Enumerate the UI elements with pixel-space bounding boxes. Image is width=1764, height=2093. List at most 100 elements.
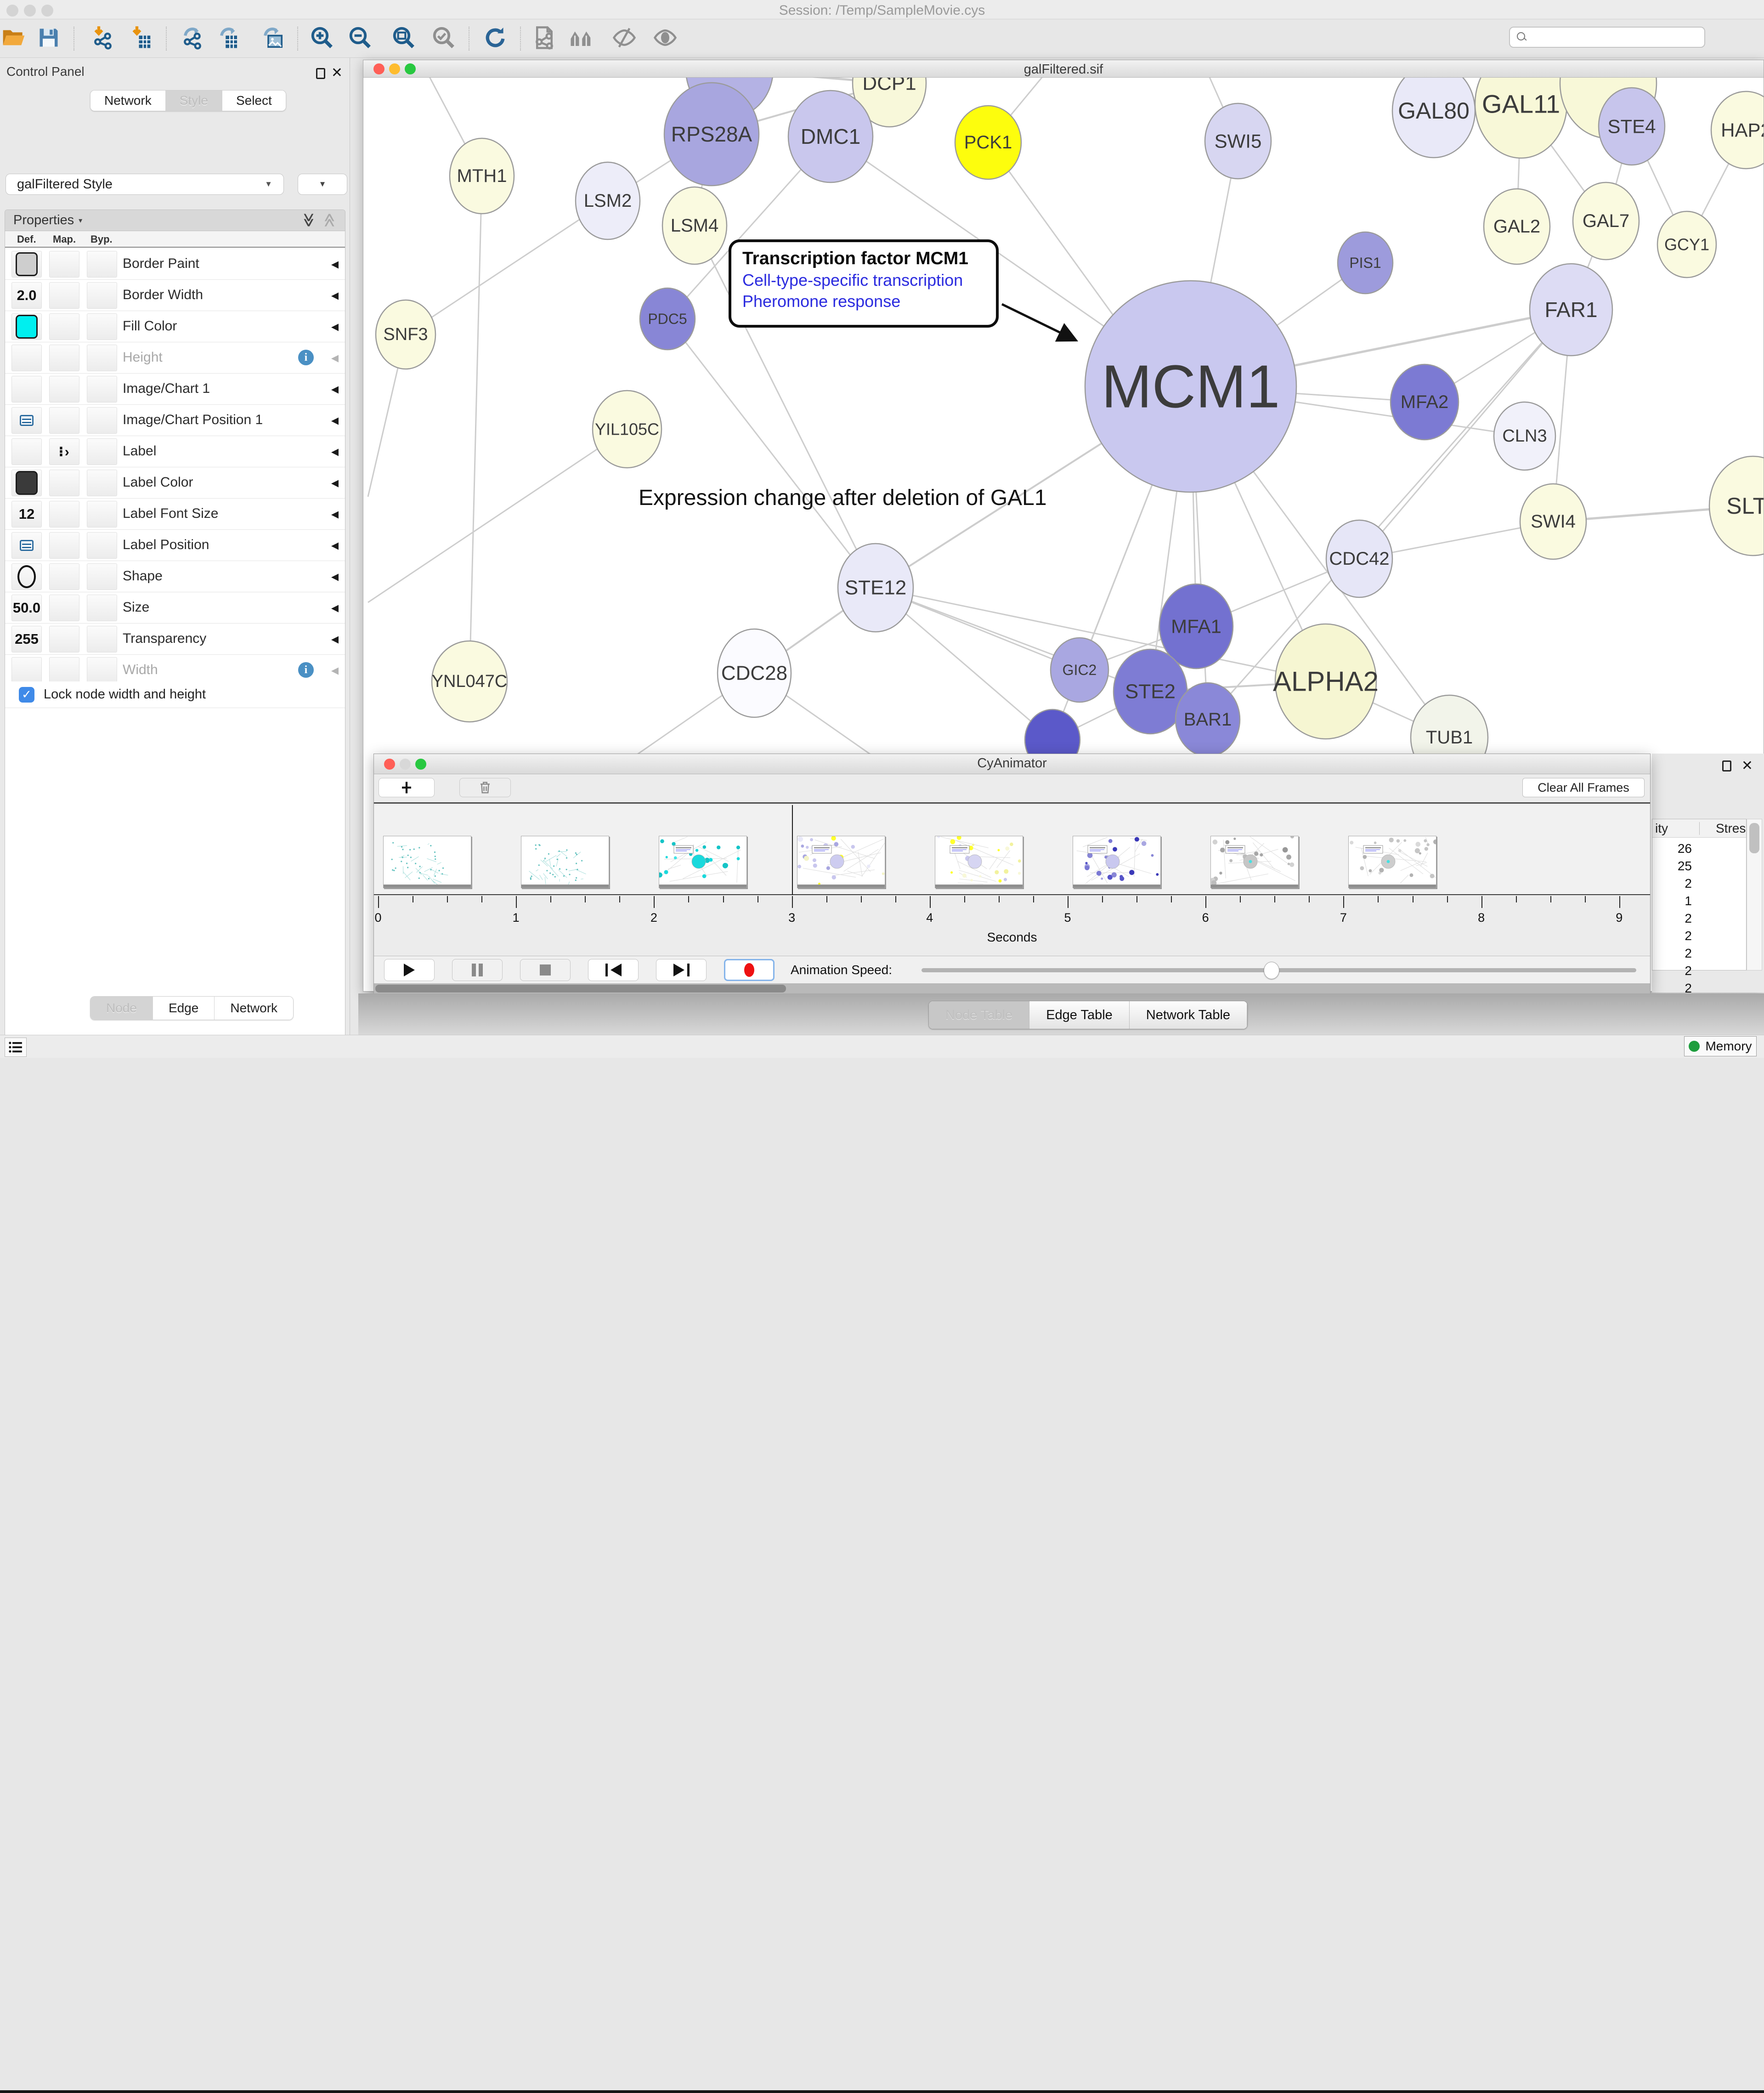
cyanimator-hscrollbar[interactable]: [374, 983, 1650, 994]
node-DMC1[interactable]: DMC1: [788, 91, 873, 182]
byp-cell[interactable]: [87, 345, 117, 371]
property-row-shape[interactable]: Shape◀: [5, 561, 345, 592]
property-row-label-font-size[interactable]: 12Label Font Size◀: [5, 499, 345, 530]
discrete-mapping-icon[interactable]: ⁝›: [58, 444, 70, 460]
mcm1-annotation[interactable]: Transcription factor MCM1 Cell-type-spec…: [729, 239, 999, 328]
frame-thumbnail-1[interactable]: [383, 836, 471, 888]
ellipse-shape-icon[interactable]: [17, 565, 36, 588]
node-MTH1[interactable]: MTH1: [450, 138, 514, 214]
show-graphics-button[interactable]: [652, 25, 678, 52]
node-GAL80[interactable]: GAL80: [1392, 78, 1475, 158]
record-button[interactable]: [724, 959, 775, 981]
collapse-row-icon[interactable]: ◀: [331, 571, 339, 583]
byp-cell[interactable]: [87, 470, 117, 496]
export-image-button[interactable]: [259, 25, 286, 52]
search-box[interactable]: [1509, 27, 1705, 48]
node-GCY1[interactable]: GCY1: [1657, 211, 1716, 278]
save-button[interactable]: [35, 25, 62, 52]
node-STE12[interactable]: STE12: [838, 544, 913, 632]
collapse-row-icon[interactable]: ◀: [331, 384, 339, 395]
float-panel-icon[interactable]: [316, 68, 325, 79]
byp-cell[interactable]: [87, 313, 117, 340]
table-cell-value[interactable]: 26: [1652, 841, 1692, 856]
byp-cell[interactable]: [87, 407, 117, 434]
default-value[interactable]: 2.0: [17, 287, 36, 304]
collapse-row-icon[interactable]: ◀: [331, 290, 339, 301]
map-cell[interactable]: [49, 251, 79, 278]
clear-all-frames-button[interactable]: Clear All Frames: [1522, 778, 1645, 797]
pause-button[interactable]: [452, 959, 503, 981]
property-row-height[interactable]: Heighti◀: [5, 342, 345, 374]
node-CDC28[interactable]: CDC28: [718, 629, 791, 717]
default-value[interactable]: 50.0: [13, 600, 40, 616]
position-icon[interactable]: [20, 540, 34, 551]
default-value[interactable]: 255: [15, 631, 39, 647]
node-CDC42[interactable]: CDC42: [1326, 520, 1392, 597]
def-cell[interactable]: 12: [11, 501, 42, 528]
node-SLT2[interactable]: SLT2: [1709, 456, 1764, 556]
tab-network[interactable]: Network: [90, 91, 166, 111]
byp-cell[interactable]: [87, 657, 117, 684]
table-cell-value[interactable]: 25: [1652, 859, 1692, 874]
property-row-border-width[interactable]: 2.0Border Width◀: [5, 280, 345, 311]
def-cell[interactable]: [11, 657, 42, 684]
def-cell[interactable]: [11, 532, 42, 559]
hide-graphics-button[interactable]: [611, 25, 638, 52]
zoom-in-button[interactable]: [309, 25, 335, 52]
birdseye-button[interactable]: [568, 25, 594, 52]
tab-node[interactable]: Node: [90, 997, 153, 1020]
def-cell[interactable]: [11, 251, 42, 278]
column-divider[interactable]: [1699, 822, 1700, 835]
table-cell-value[interactable]: 1: [1652, 894, 1692, 908]
animation-speed-slider[interactable]: [922, 968, 1636, 972]
byp-cell[interactable]: [87, 282, 117, 309]
collapse-row-icon[interactable]: ◀: [331, 602, 339, 614]
zoom-fit-button[interactable]: [390, 25, 417, 52]
node-YIL105C[interactable]: YIL105C: [593, 391, 662, 468]
table-cell-value[interactable]: 2: [1652, 964, 1692, 978]
collapse-row-icon[interactable]: ◀: [331, 540, 339, 551]
open-folder-button[interactable]: [0, 25, 27, 52]
node-BAR1[interactable]: BAR1: [1176, 683, 1240, 756]
default-swatch[interactable]: [16, 315, 38, 339]
zoom-selected-button[interactable]: [430, 25, 457, 52]
def-cell[interactable]: 2.0: [11, 282, 42, 309]
map-cell[interactable]: [49, 626, 79, 652]
node-GAL11[interactable]: GAL11: [1475, 78, 1567, 158]
collapse-row-icon[interactable]: ◀: [331, 259, 339, 270]
memory-button[interactable]: Memory: [1684, 1036, 1757, 1056]
collapse-row-icon[interactable]: ◀: [331, 665, 339, 676]
import-table-button[interactable]: [128, 25, 154, 52]
default-value[interactable]: 12: [19, 506, 34, 522]
frame-thumbnail-5[interactable]: [935, 836, 1023, 888]
node-PDC5[interactable]: PDC5: [640, 288, 695, 350]
map-cell[interactable]: [49, 313, 79, 340]
float-table-icon[interactable]: [1722, 760, 1731, 771]
property-row-image-chart-position-1[interactable]: Image/Chart Position 1◀: [5, 405, 345, 436]
property-row-image-chart-1[interactable]: Image/Chart 1◀: [5, 374, 345, 405]
node-MCM1[interactable]: MCM1: [1085, 281, 1296, 492]
def-cell[interactable]: 255: [11, 626, 42, 652]
property-row-size[interactable]: 50.0Size◀: [5, 592, 345, 624]
slider-thumb[interactable]: [1264, 962, 1279, 979]
map-cell[interactable]: [49, 345, 79, 371]
table-cell-value[interactable]: 2: [1652, 911, 1692, 926]
map-cell[interactable]: [49, 595, 79, 621]
node-RPS28A[interactable]: RPS28A: [664, 83, 759, 186]
node-GAL2[interactable]: GAL2: [1484, 189, 1550, 264]
property-row-border-paint[interactable]: Border Paint◀: [5, 249, 345, 280]
import-network-button[interactable]: [90, 25, 116, 52]
collapse-row-icon[interactable]: ◀: [331, 446, 339, 458]
tab-network[interactable]: Network: [215, 997, 293, 1020]
skip-end-button[interactable]: [656, 959, 707, 981]
byp-cell[interactable]: [87, 376, 117, 403]
stop-button[interactable]: [520, 959, 571, 981]
tab-network-table[interactable]: Network Table: [1130, 1001, 1247, 1029]
node-MFA2[interactable]: MFA2: [1391, 364, 1459, 440]
table-column-ity[interactable]: ity: [1655, 821, 1668, 836]
node-LSM4[interactable]: LSM4: [662, 187, 727, 264]
map-cell[interactable]: [49, 532, 79, 559]
def-cell[interactable]: [11, 563, 42, 590]
close-table-icon[interactable]: ✕: [1741, 759, 1753, 773]
style-options-button[interactable]: ▼: [298, 174, 347, 195]
